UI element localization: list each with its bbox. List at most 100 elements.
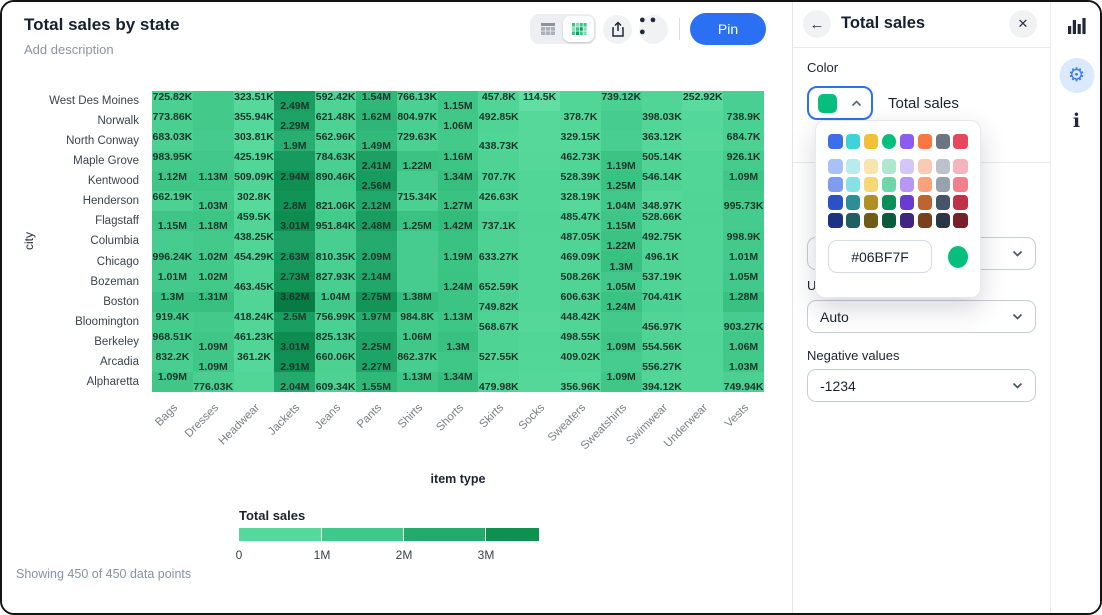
heatmap-cell[interactable]: 1.42M [438, 211, 479, 231]
units-select[interactable]: Auto [807, 300, 1036, 333]
heatmap-cell[interactable]: 766.13K [397, 91, 438, 111]
palette-swatch[interactable] [882, 134, 897, 149]
palette-swatch[interactable] [864, 213, 879, 228]
heatmap-cell[interactable]: 2.91M [274, 352, 315, 372]
heatmap-cell[interactable]: 749.82K [478, 292, 519, 312]
heatmap-cell[interactable] [519, 332, 560, 352]
heatmap-cell[interactable] [478, 231, 519, 251]
heatmap-cell[interactable]: 508.26K [560, 272, 601, 292]
palette-swatch[interactable] [828, 159, 843, 174]
heatmap-cell[interactable]: 684.7K [723, 131, 764, 151]
palette-swatch[interactable] [846, 134, 861, 149]
heatmap-cell[interactable]: 496.1K [642, 252, 683, 272]
heatmap-cell[interactable]: 457.8K [478, 91, 519, 111]
heatmap-cell[interactable]: 2.8M [274, 191, 315, 211]
heatmap-cell[interactable]: 469.09K [560, 252, 601, 272]
heatmap-cell[interactable]: 1.24M [438, 272, 479, 292]
heatmap-cell[interactable]: 919.4K [152, 312, 193, 332]
heatmap-cell[interactable]: 252.92K [682, 91, 723, 111]
heatmap-cell[interactable] [519, 372, 560, 392]
heatmap-cell[interactable]: 303.81K [234, 131, 275, 151]
heatmap-cell[interactable]: 3.01M [274, 332, 315, 352]
heatmap-cell[interactable]: 461.23K [234, 332, 275, 352]
heatmap-cell[interactable]: 1.97M [356, 312, 397, 332]
heatmap-cell[interactable] [519, 231, 560, 251]
heatmap-cell[interactable] [438, 131, 479, 151]
table-view-button[interactable] [532, 16, 563, 42]
info-tab-button[interactable]: i [1073, 110, 1080, 132]
heatmap-cell[interactable]: 485.47K [560, 211, 601, 231]
heatmap-cell[interactable] [682, 131, 723, 151]
heatmap-cell[interactable] [274, 151, 315, 171]
heatmap-cell[interactable]: 2.12M [356, 191, 397, 211]
heatmap-cell[interactable]: 998.9K [723, 231, 764, 251]
heatmap-cell[interactable]: 2.25M [356, 332, 397, 352]
heatmap-cell[interactable]: 984.8K [397, 312, 438, 332]
heatmap-cell[interactable]: 776.03K [193, 372, 234, 392]
heatmap-cell[interactable]: 328.19K [560, 191, 601, 211]
heatmap-cell[interactable]: 827.93K [315, 272, 356, 292]
heatmap-cell[interactable]: 1.25M [601, 171, 642, 191]
heatmap-cell[interactable]: 1.06M [397, 332, 438, 352]
heatmap-cell[interactable]: 890.46K [315, 171, 356, 191]
heatmap-cell[interactable]: 454.29K [234, 252, 275, 272]
heatmap-cell[interactable]: 1.24M [601, 292, 642, 312]
heatmap-cell[interactable] [438, 231, 479, 251]
heatmap-cell[interactable]: 804.97K [397, 111, 438, 131]
palette-swatch[interactable] [936, 177, 951, 192]
heatmap-cell[interactable] [519, 111, 560, 131]
palette-swatch[interactable] [953, 134, 968, 149]
heatmap-cell[interactable]: 363.12K [642, 131, 683, 151]
heatmap-cell[interactable]: 1.55M [356, 372, 397, 392]
heatmap-cell[interactable] [682, 372, 723, 392]
heatmap-cell[interactable]: 2.73M [274, 272, 315, 292]
heatmap-cell[interactable]: 492.85K [478, 111, 519, 131]
heatmap-cell[interactable]: 546.14K [642, 171, 683, 191]
more-options-button[interactable]: ● ● ● [639, 15, 668, 44]
heatmap-cell[interactable]: 609.34K [315, 372, 356, 392]
heatmap-cell[interactable] [601, 352, 642, 372]
heatmap-cell[interactable]: 810.35K [315, 252, 356, 272]
heatmap-cell[interactable] [682, 211, 723, 231]
heatmap-cell[interactable]: 773.86K [152, 111, 193, 131]
heatmap-cell[interactable] [356, 231, 397, 251]
heatmap-cell[interactable]: 1.03M [193, 191, 234, 211]
heatmap-cell[interactable] [234, 292, 275, 312]
heatmap-cell[interactable] [438, 292, 479, 312]
heatmap-cell[interactable] [682, 352, 723, 372]
heatmap-cell[interactable] [438, 352, 479, 372]
heatmap-cell[interactable]: 1.62M [356, 111, 397, 131]
heatmap-cell[interactable]: 715.34K [397, 191, 438, 211]
heatmap-cell[interactable]: 2.29M [274, 111, 315, 131]
heatmap-cell[interactable]: 1.09M [601, 332, 642, 352]
heatmap-cell[interactable] [682, 292, 723, 312]
heatmap-cell[interactable]: 903.27K [723, 312, 764, 332]
heatmap-cell[interactable] [601, 312, 642, 332]
heatmap-cell[interactable]: 329.15K [560, 131, 601, 151]
heatmap-cell[interactable] [682, 272, 723, 292]
palette-swatch[interactable] [900, 213, 915, 228]
heatmap-cell[interactable]: 756.99K [315, 312, 356, 332]
heatmap-cell[interactable]: 729.63K [397, 131, 438, 151]
heatmap-cell[interactable]: 1.12M [152, 171, 193, 191]
heatmap-cell[interactable]: 926.1K [723, 151, 764, 171]
heatmap-cell[interactable]: 2.56M [356, 171, 397, 191]
heatmap-cell[interactable]: 1.22M [397, 151, 438, 171]
hex-color-input[interactable] [828, 240, 932, 273]
palette-swatch[interactable] [846, 195, 861, 210]
palette-swatch[interactable] [918, 159, 933, 174]
heatmap-cell[interactable] [519, 131, 560, 151]
heatmap-cell[interactable]: 825.13K [315, 332, 356, 352]
heatmap-cell[interactable]: 1.3M [438, 332, 479, 352]
heatmap-cell[interactable]: 1.15M [438, 91, 479, 111]
heatmap-cell[interactable]: 2.27M [356, 352, 397, 372]
heatmap-cell[interactable] [397, 252, 438, 272]
color-swatch-button[interactable] [807, 86, 873, 120]
heatmap-cell[interactable]: 394.12K [642, 372, 683, 392]
heatmap-cell[interactable]: 528.66K [642, 211, 683, 231]
heatmap-cell[interactable]: 498.55K [560, 332, 601, 352]
heatmap-cell[interactable] [519, 191, 560, 211]
heatmap-cell[interactable]: 1.06M [723, 332, 764, 352]
pin-button[interactable]: Pin [690, 13, 766, 45]
heatmap-cell[interactable] [193, 151, 234, 171]
